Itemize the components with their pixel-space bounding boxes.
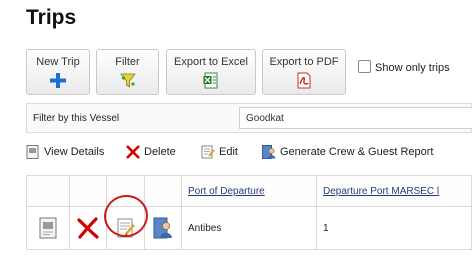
export-pdf-button[interactable]: Export to PDF: [262, 49, 346, 95]
edit-icon: [201, 145, 215, 159]
generate-report-label: Generate Crew & Guest Report: [280, 146, 434, 158]
delete-action[interactable]: Delete: [126, 145, 176, 159]
filter-button[interactable]: Filter: [96, 49, 159, 95]
row-delete-cell[interactable]: [69, 206, 107, 250]
show-only-checkbox[interactable]: [358, 60, 371, 73]
vessel-filter-label: Filter by this Vessel: [33, 113, 120, 124]
excel-icon: [203, 72, 219, 89]
table-header-row: Port of Departure Departure Port MARSEC …: [26, 175, 472, 207]
header-cell: [69, 175, 107, 207]
crew-report-icon[interactable]: [152, 217, 174, 239]
view-details-label: View Details: [44, 146, 105, 158]
trips-table: Port of Departure Departure Port MARSEC …: [26, 175, 472, 250]
view-details-action[interactable]: View Details: [26, 145, 104, 159]
red-x-icon: [126, 145, 140, 159]
new-trip-button[interactable]: New Trip: [26, 49, 90, 95]
new-trip-label: New Trip: [36, 56, 80, 68]
show-only-label: Show only trips: [375, 62, 450, 74]
filter-label: Filter: [115, 56, 140, 68]
edit-label: Edit: [219, 146, 238, 158]
generate-report-action[interactable]: Generate Crew & Guest Report: [262, 145, 433, 159]
departure-port-marsec-header[interactable]: Departure Port MARSEC l: [316, 175, 472, 207]
action-bar: View Details Delete Edit Generate Crew &…: [26, 145, 472, 169]
delete-label: Delete: [144, 146, 176, 158]
port-of-departure-header[interactable]: Port of Departure: [181, 175, 317, 207]
funnel-icon: [119, 72, 136, 89]
export-pdf-label: Export to PDF: [269, 56, 339, 68]
header-cell: [26, 175, 70, 207]
vessel-filter-row: Filter by this Vessel Goodkat: [26, 103, 472, 133]
departure-port-marsec-cell: 1: [316, 206, 472, 250]
row-report-cell[interactable]: [144, 206, 182, 250]
export-excel-label: Export to Excel: [174, 56, 248, 68]
document-icon: [26, 145, 40, 159]
page-title: Trips: [26, 6, 77, 29]
plus-icon: [50, 72, 66, 89]
port-of-departure-cell: Antibes: [181, 206, 317, 250]
view-details-icon[interactable]: [37, 217, 59, 239]
vessel-filter-select[interactable]: Goodkat: [239, 107, 472, 129]
show-only-trips-toggle[interactable]: Show only trips: [358, 60, 450, 74]
delete-icon[interactable]: [77, 217, 99, 239]
table-row: Antibes 1: [26, 206, 472, 250]
header-cell: [144, 175, 182, 207]
edit-action[interactable]: Edit: [201, 145, 238, 159]
pdf-icon: [296, 72, 312, 89]
export-excel-button[interactable]: Export to Excel: [166, 49, 256, 95]
row-view-cell[interactable]: [26, 206, 70, 250]
crew-report-icon: [262, 145, 276, 159]
